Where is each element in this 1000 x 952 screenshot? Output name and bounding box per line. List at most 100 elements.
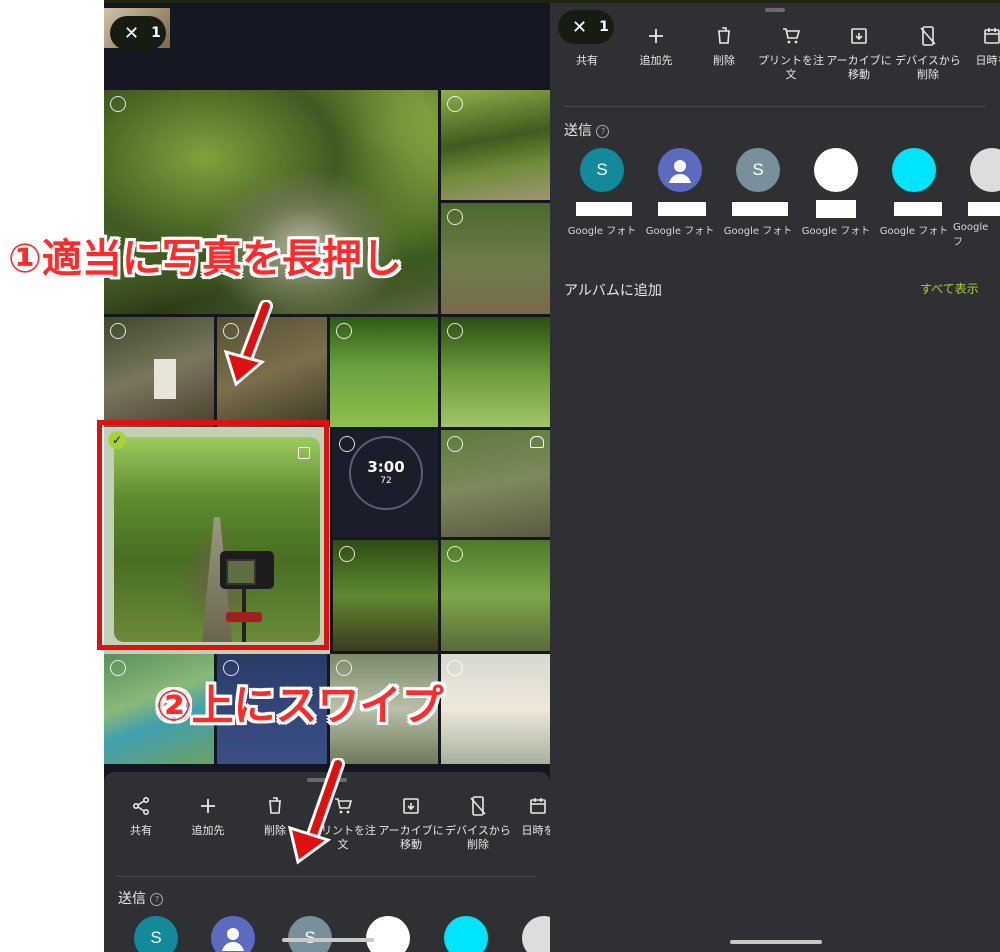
photo-grove[interactable] (441, 317, 550, 427)
share-label: 共有 (130, 824, 152, 837)
print-order-action[interactable]: プリントを注文 (755, 24, 827, 82)
photo-green-trees[interactable] (330, 317, 438, 427)
send-label: 送信 (564, 123, 592, 139)
highlight-frame (97, 420, 329, 650)
add-to-album-label: アルバムに追加 (564, 283, 662, 299)
photo-forest-floor[interactable] (441, 203, 550, 314)
share-target-avatar[interactable] (892, 148, 936, 192)
share-action[interactable]: 共有 (106, 794, 176, 838)
person-avatar-icon[interactable] (211, 916, 255, 952)
add-to-label: 追加先 (639, 54, 673, 67)
select-circle-icon[interactable] (447, 436, 463, 452)
archive-label: アーカイブに移動 (378, 824, 444, 851)
calendar-icon (984, 28, 1000, 44)
remove-from-device-label: デバイスから削除 (445, 824, 511, 851)
share-target-avatar[interactable]: S (736, 148, 780, 192)
select-circle-icon[interactable] (447, 96, 463, 112)
share-target-label: Google フォト (645, 226, 715, 237)
share-sheet-screen: ✕ 1 共有 追加先 削除 プリントを注文 アーカイブに移動 デバイスから削除 日… (550, 0, 1000, 952)
sign-board (154, 359, 176, 399)
redacted-name (732, 202, 788, 216)
share-target-avatar[interactable] (814, 148, 858, 192)
send-heading: 送信 ? (118, 888, 164, 908)
share-target-avatar[interactable]: S (580, 148, 624, 192)
contact-avatar[interactable]: S (288, 916, 332, 952)
cart-icon (783, 28, 801, 44)
share-target-label: Google フォト (567, 226, 637, 237)
cloud-icon (530, 436, 544, 448)
photo-signpost[interactable] (104, 317, 214, 427)
archive-action[interactable]: アーカイブに移動 (823, 24, 895, 82)
archive-icon (851, 28, 867, 44)
photo-steps[interactable] (441, 430, 550, 537)
send-label: 送信 (118, 891, 146, 907)
share-action[interactable]: 共有 (552, 24, 622, 68)
select-circle-icon[interactable] (447, 323, 463, 339)
select-circle-icon[interactable] (339, 546, 355, 562)
plus-icon (649, 29, 663, 43)
add-to-action[interactable]: 追加先 (173, 794, 243, 838)
top-bar (104, 0, 550, 90)
add-to-label: 追加先 (191, 824, 225, 837)
date-time-label: 日時を (975, 54, 1000, 67)
date-time-action[interactable]: 日時を (508, 794, 550, 838)
contact-avatar[interactable] (522, 916, 550, 952)
select-circle-icon[interactable] (110, 96, 126, 112)
annotation-step1: ①適当に写真を長押し (8, 236, 402, 282)
redacted-name (658, 202, 706, 216)
archive-action[interactable]: アーカイブに移動 (376, 794, 446, 852)
divider (116, 876, 536, 877)
close-icon[interactable]: ✕ (124, 23, 139, 44)
remove-from-device-action[interactable]: デバイスから削除 (443, 794, 513, 852)
redacted-name (816, 200, 856, 218)
photo-document[interactable] (441, 654, 550, 764)
help-icon[interactable]: ? (596, 125, 610, 138)
redacted-name (968, 202, 1000, 216)
share-target-label: Google フォト (723, 226, 793, 237)
remove-from-device-action[interactable]: デバイスから削除 (892, 24, 964, 82)
add-to-action[interactable]: 追加先 (621, 24, 691, 68)
contact-avatar[interactable] (444, 916, 488, 952)
divider (564, 106, 986, 107)
share-target-label: Google フォト (801, 226, 871, 237)
archive-icon (403, 798, 419, 814)
delete-label: 削除 (713, 54, 735, 67)
redacted-name (894, 202, 942, 216)
select-circle-icon[interactable] (447, 546, 463, 562)
contact-avatar[interactable]: S (134, 916, 178, 952)
top-edge (104, 0, 1000, 3)
select-circle-icon[interactable] (336, 323, 352, 339)
photo-timer[interactable]: 3:00 72 (333, 430, 438, 537)
date-time-action[interactable]: 日時を (962, 24, 1000, 68)
selection-pill[interactable]: ✕ 1 (110, 16, 166, 50)
share-target-avatar[interactable] (970, 148, 1000, 192)
photo-forest-path[interactable] (441, 90, 550, 200)
photo-forest-light[interactable] (441, 540, 550, 651)
gesture-bar (282, 938, 374, 942)
photo-forest-dark[interactable] (333, 540, 438, 651)
phone-off-icon (920, 26, 936, 46)
help-icon[interactable]: ? (150, 893, 164, 906)
contact-avatar[interactable] (366, 916, 410, 952)
select-circle-icon[interactable] (110, 660, 126, 676)
show-all-link[interactable]: すべて表示 (920, 280, 979, 297)
archive-label: アーカイブに移動 (826, 54, 892, 81)
delete-action[interactable]: 削除 (689, 24, 759, 68)
redacted-name (576, 202, 632, 216)
share-icon (133, 796, 150, 816)
select-circle-icon[interactable] (447, 660, 463, 676)
person-avatar-icon[interactable] (658, 148, 702, 192)
selection-count: 1 (151, 25, 161, 41)
select-circle-icon[interactable] (447, 209, 463, 225)
arrow-down-icon (287, 758, 345, 865)
trash-icon (718, 27, 730, 44)
share-label: 共有 (576, 54, 598, 67)
remove-from-device-label: デバイスから削除 (895, 54, 961, 81)
timer-subtext: 72 (380, 476, 392, 486)
select-circle-icon[interactable] (339, 436, 355, 452)
sheet-drag-handle[interactable] (765, 8, 785, 12)
date-time-label: 日時を (521, 824, 551, 837)
phone-off-icon (470, 796, 486, 816)
timer-text: 3:00 (367, 458, 405, 476)
select-circle-icon[interactable] (110, 323, 126, 339)
